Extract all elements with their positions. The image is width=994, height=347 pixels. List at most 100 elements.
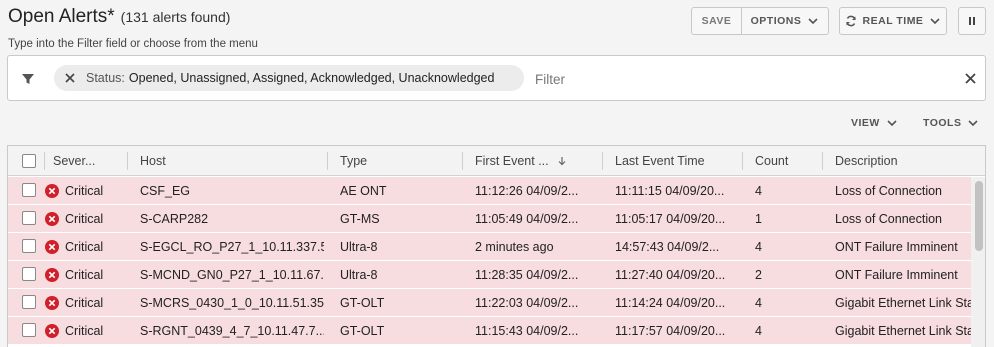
column-divider[interactable]: [822, 152, 823, 170]
chip-value: Opened, Unassigned, Assigned, Acknowledg…: [128, 71, 495, 85]
cell-count: 4: [755, 323, 762, 338]
scrollbar-thumb[interactable]: [975, 181, 983, 251]
cell-first-event: 11:12:26 04/09/2...: [475, 183, 579, 198]
cell-last-event: 11:17:57 04/09/20...: [615, 323, 726, 338]
cell-type: GT-OLT: [340, 295, 385, 310]
cell-first-event: 2 minutes ago: [475, 239, 554, 254]
severity-label: Critical: [65, 267, 104, 282]
table-row[interactable]: Critical S-CARP282 GT-MS 11:05:49 04/09/2..…: [8, 205, 971, 233]
close-icon[interactable]: [64, 72, 76, 84]
cell-last-event: 14:57:43 04/09/2...: [615, 239, 720, 254]
realtime-button[interactable]: REAL TIME: [839, 7, 947, 35]
row-checkbox[interactable]: [22, 323, 36, 337]
cell-type: GT-OLT: [340, 323, 385, 338]
cell-description: ONT Failure Imminent: [835, 239, 958, 254]
table-row[interactable]: Critical S-MCRS_0430_1_0_10.11.51.35 GT-OL…: [8, 289, 971, 317]
row-checkbox[interactable]: [22, 211, 36, 225]
pause-button[interactable]: [958, 7, 986, 35]
column-divider: [44, 152, 45, 170]
cell-last-event: 11:14:24 04/09/20...: [615, 295, 726, 310]
cell-count: 1: [755, 211, 762, 226]
cell-description: Loss of Connection: [835, 183, 943, 198]
select-all-checkbox[interactable]: [22, 154, 36, 168]
column-divider[interactable]: [462, 152, 463, 170]
column-divider[interactable]: [602, 152, 603, 170]
cell-description: Gigabit Ethernet Link Sta: [835, 323, 971, 338]
save-button[interactable]: SAVE: [691, 7, 742, 35]
refresh-icon: [845, 15, 856, 27]
column-header-description[interactable]: Description: [835, 146, 898, 176]
cell-host: S-RGNT_0439_4_7_10.11.47.7...: [140, 323, 324, 338]
column-header-host[interactable]: Host: [140, 146, 166, 176]
column-divider[interactable]: [127, 152, 128, 170]
severity-label: Critical: [65, 295, 104, 310]
table-row[interactable]: Critical S-MCND_GN0_P27_1_10.11.67.... Ult…: [8, 261, 971, 289]
cell-first-event: 11:22:03 04/09/2...: [475, 295, 579, 310]
critical-icon: [45, 267, 59, 282]
row-checkbox[interactable]: [22, 267, 36, 281]
filter-input[interactable]: [535, 69, 935, 89]
vertical-scrollbar[interactable]: [971, 177, 985, 347]
cell-host: S-CARP282: [140, 211, 209, 226]
options-button[interactable]: OPTIONS: [741, 7, 829, 35]
severity-label: Critical: [65, 239, 104, 254]
cell-host: S-MCND_GN0_P27_1_10.11.67....: [140, 267, 324, 282]
alerts-table: Sever... Host Type First Event ... Last …: [7, 145, 986, 347]
cell-severity: Critical: [45, 289, 125, 316]
cell-host: S-EGCL_RO_P27_1_10.11.337.58: [140, 239, 324, 254]
cell-host: CSF_EG: [140, 183, 191, 198]
tools-menu-label: TOOLS: [923, 117, 962, 129]
cell-count: 4: [755, 295, 762, 310]
view-menu[interactable]: VIEW: [851, 117, 898, 129]
cell-severity: Critical: [45, 205, 125, 232]
tools-menu[interactable]: TOOLS: [923, 117, 979, 129]
filter-icon[interactable]: [21, 72, 35, 86]
cell-last-event: 11:11:15 04/09/20...: [615, 183, 725, 198]
cell-severity: Critical: [45, 177, 125, 204]
column-header-count[interactable]: Count: [755, 146, 788, 176]
view-menu-label: VIEW: [851, 117, 880, 129]
cell-type: AE ONT: [340, 183, 387, 198]
cell-type: Ultra-8: [340, 239, 378, 254]
cell-first-event: 11:05:49 04/09/2...: [475, 211, 579, 226]
severity-label: Critical: [65, 211, 104, 226]
table-row[interactable]: Critical S-RGNT_0439_4_7_10.11.47.7... GT-…: [8, 317, 971, 345]
chip-key: Status:: [86, 71, 125, 85]
chevron-down-icon: [968, 120, 979, 127]
table-row[interactable]: Critical S-EGCL_RO_P27_1_10.11.337.58 Ultr…: [8, 233, 971, 261]
filter-hint: Type into the Filter field or choose fro…: [8, 38, 258, 50]
column-header-type[interactable]: Type: [340, 146, 367, 176]
cell-description: ONT Failure Imminent: [835, 267, 958, 282]
cell-description: Gigabit Ethernet Link Sta: [835, 295, 971, 310]
clear-filter-icon[interactable]: [964, 72, 977, 85]
cell-count: 4: [755, 239, 762, 254]
row-checkbox[interactable]: [22, 183, 36, 197]
chevron-down-icon: [887, 120, 897, 127]
cell-severity: Critical: [45, 233, 125, 260]
table-row[interactable]: Critical CSF_EG AE ONT 11:12:26 04/09/2... 1…: [8, 177, 971, 205]
row-checkbox[interactable]: [22, 239, 36, 253]
column-divider[interactable]: [327, 152, 328, 170]
column-header-first-event[interactable]: First Event ...: [475, 146, 567, 176]
cell-severity: Critical: [45, 261, 125, 288]
column-header-severity[interactable]: Sever...: [53, 146, 95, 176]
status-filter-chip[interactable]: Status: Opened, Unassigned, Assigned, Ac…: [54, 65, 524, 91]
cell-description: Loss of Connection: [835, 211, 943, 226]
critical-icon: [45, 239, 59, 254]
column-divider[interactable]: [742, 152, 743, 170]
sort-arrow-icon: [558, 157, 566, 166]
realtime-button-label: REAL TIME: [862, 15, 924, 27]
pause-icon: [969, 17, 975, 25]
column-header-last-event[interactable]: Last Event Time: [615, 146, 705, 176]
cell-last-event: 11:05:17 04/09/20...: [615, 211, 726, 226]
cell-host: S-MCRS_0430_1_0_10.11.51.35: [140, 295, 324, 310]
table-header: Sever... Host Type First Event ... Last …: [8, 146, 985, 176]
save-button-label: SAVE: [701, 15, 732, 27]
row-checkbox[interactable]: [22, 295, 36, 309]
severity-label: Critical: [65, 183, 104, 198]
page-title: Open Alerts*: [8, 6, 115, 27]
cell-first-event: 11:15:43 04/09/2...: [475, 323, 579, 338]
critical-icon: [45, 295, 59, 310]
chevron-down-icon: [930, 18, 941, 25]
alert-count: (131 alerts found): [120, 9, 231, 25]
